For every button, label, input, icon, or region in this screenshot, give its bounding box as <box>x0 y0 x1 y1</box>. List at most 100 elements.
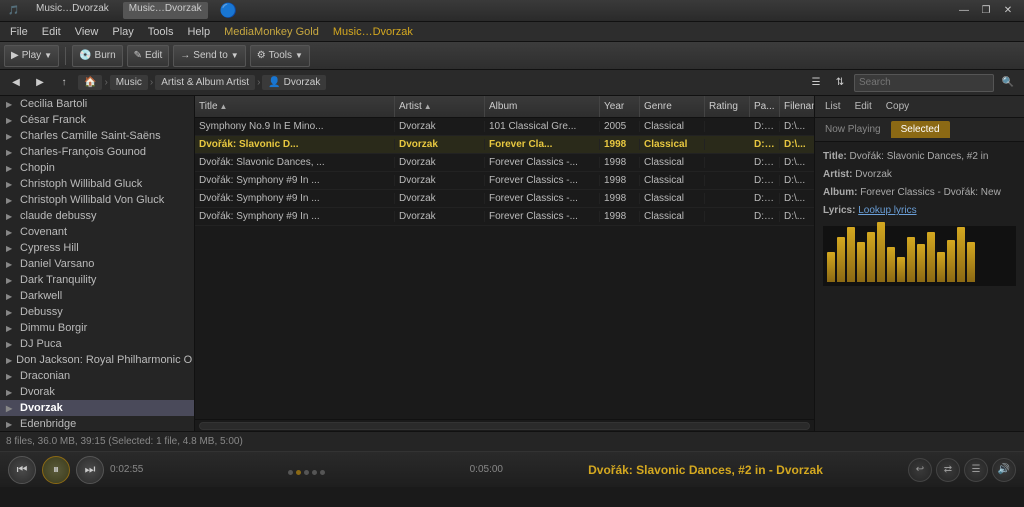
play-button[interactable]: ▶ ▶ Play Play ▼ <box>4 45 59 67</box>
back-btn[interactable]: ◀ <box>6 74 26 92</box>
sidebar-item[interactable]: ▶Chopin <box>0 160 194 176</box>
next-button[interactable]: ⏭ <box>76 456 104 484</box>
tab-music-active[interactable]: Music…Dvorzak <box>123 2 208 19</box>
col-pa-header[interactable]: Pa... <box>750 96 780 117</box>
new-tab-btn[interactable]: 🔵 <box>220 2 237 19</box>
burn-button[interactable]: 💿 Burn <box>72 45 123 67</box>
sidebar-item[interactable]: ▶Draconian <box>0 368 194 384</box>
sidebar-item[interactable]: ▶Dvorak <box>0 384 194 400</box>
sidebar-item-label: Darkwell <box>20 290 62 302</box>
col-artist-header[interactable]: Artist ▲ <box>395 96 485 117</box>
table-row[interactable]: Dvořák: Symphony #9 In ...DvorzakForever… <box>195 190 814 208</box>
sidebar-item[interactable]: ▶Edenbridge <box>0 416 194 431</box>
tools-button[interactable]: ⚙ Tools ▼ <box>250 45 310 67</box>
repeat-btn[interactable]: ↩ <box>908 458 932 482</box>
expand-icon: ▶ <box>6 356 12 365</box>
sidebar-item[interactable]: ▶Christoph Willibald Gluck <box>0 176 194 192</box>
menu-current[interactable]: Music…Dvorzak <box>327 25 419 39</box>
search-input[interactable] <box>854 74 994 92</box>
tab-selected[interactable]: Selected <box>891 121 950 138</box>
breadcrumb: 🏠 › Music › Artist & Album Artist › 👤 Dv… <box>78 75 802 90</box>
tools-dropdown-icon: ▼ <box>295 51 303 60</box>
rp-edit-btn[interactable]: Edit <box>849 100 878 113</box>
col-genre-header[interactable]: Genre <box>640 96 705 117</box>
maximize-btn[interactable]: ❐ <box>976 3 996 19</box>
search-icon[interactable]: 🔍 <box>998 74 1018 92</box>
volume-btn[interactable]: 🔊 <box>992 458 1016 482</box>
lookup-lyrics-link[interactable]: Lookup lyrics <box>858 205 916 216</box>
up-btn[interactable]: ↑ <box>54 74 74 92</box>
viz-bar <box>907 237 915 282</box>
sidebar-item[interactable]: ▶Debussy <box>0 304 194 320</box>
crumb-home[interactable]: 🏠 <box>78 75 102 90</box>
table-row[interactable]: Dvořák: Slavonic Dances, ...DvorzakForev… <box>195 154 814 172</box>
track-cell: Forever Classics -... <box>485 193 600 204</box>
play-pause-button[interactable]: ⏸ <box>42 456 70 484</box>
hscroll-bar[interactable] <box>199 422 810 430</box>
expand-icon: ▶ <box>6 244 16 253</box>
sidebar-item-label: claude debussy <box>20 210 96 222</box>
menu-gold[interactable]: MediaMonkey Gold <box>218 25 325 39</box>
sidebar-item[interactable]: ▶Daniel Varsano <box>0 256 194 272</box>
play-dropdown-icon[interactable]: ▼ <box>44 51 52 60</box>
col-album-header[interactable]: Album <box>485 96 600 117</box>
crumb-music[interactable]: Music <box>110 75 148 90</box>
transport-controls: ↩ ⇄ ☰ 🔊 <box>908 458 1016 482</box>
rp-list-btn[interactable]: List <box>819 100 847 113</box>
toolbar: ▶ ▶ Play Play ▼ 💿 Burn ✎ Edit → Send to … <box>0 42 1024 70</box>
sidebar-item[interactable]: ▶Dimmu Borgir <box>0 320 194 336</box>
track-cell: Dvořák: Slavonic D... <box>195 139 395 150</box>
table-row[interactable]: Dvořák: Slavonic D...DvorzakForever Cla.… <box>195 136 814 154</box>
track-cell: D:\... <box>750 175 780 186</box>
col-rating-header[interactable]: Rating <box>705 96 750 117</box>
sidebar-item[interactable]: ▶Dvorzak <box>0 400 194 416</box>
col-filename-header[interactable]: Filename <box>780 96 814 117</box>
sidebar-item[interactable]: ▶Cypress Hill <box>0 240 194 256</box>
forward-btn[interactable]: ▶ <box>30 74 50 92</box>
sidebar-item[interactable]: ▶DJ Puca <box>0 336 194 352</box>
tab-music[interactable]: Music…Dvorzak <box>30 2 115 19</box>
sidebar-item[interactable]: ▶Covenant <box>0 224 194 240</box>
sidebar-item[interactable]: ▶Christoph Willibald Von Gluck <box>0 192 194 208</box>
col-year-header[interactable]: Year <box>600 96 640 117</box>
close-btn[interactable]: ✕ <box>998 3 1018 19</box>
shuffle-btn[interactable]: ⇄ <box>936 458 960 482</box>
sidebar-item[interactable]: ▶claude debussy <box>0 208 194 224</box>
menu-view[interactable]: View <box>69 25 105 39</box>
menu-edit[interactable]: Edit <box>36 25 67 39</box>
sidebar-item-label: César Franck <box>20 114 86 126</box>
playlist-btn[interactable]: ☰ <box>964 458 988 482</box>
sort-btn[interactable]: ⇅ <box>830 74 850 92</box>
menu-play[interactable]: Play <box>106 25 139 39</box>
sidebar-item[interactable]: ▶Charles Camille Saint-Saëns <box>0 128 194 144</box>
expand-icon: ▶ <box>6 324 16 333</box>
sendto-button[interactable]: → Send to ▼ <box>173 45 245 67</box>
table-row[interactable]: Dvořák: Symphony #9 In ...DvorzakForever… <box>195 208 814 226</box>
prev-button[interactable]: ⏮ <box>8 456 36 484</box>
table-row[interactable]: Dvořák: Symphony #9 In ...DvorzakForever… <box>195 172 814 190</box>
tab-now-playing[interactable]: Now Playing <box>815 121 891 138</box>
sidebar-item[interactable]: ▶Don Jackson: Royal Philharmonic O <box>0 352 194 368</box>
sidebar-item[interactable]: ▶Dark Tranquility <box>0 272 194 288</box>
expand-icon: ▶ <box>6 404 16 413</box>
minimize-btn[interactable]: — <box>954 3 974 19</box>
menu-help[interactable]: Help <box>181 25 216 39</box>
menu-tools[interactable]: Tools <box>142 25 180 39</box>
rp-album-line: Album: Forever Classics - Dvořák: New <box>823 186 1016 200</box>
sidebar-item[interactable]: ▶Cecilia Bartoli <box>0 96 194 112</box>
view-btn[interactable]: ☰ <box>806 74 826 92</box>
rp-copy-btn[interactable]: Copy <box>880 100 915 113</box>
table-row[interactable]: Symphony No.9 In E Mino...Dvorzak101 Cla… <box>195 118 814 136</box>
crumb-artist[interactable]: Artist & Album Artist <box>155 75 255 90</box>
track-cell: D:\... <box>750 139 780 150</box>
track-cell: Dvorzak <box>395 139 485 150</box>
sidebar-item[interactable]: ▶Charles-François Gounod <box>0 144 194 160</box>
crumb-dvorzak[interactable]: 👤 Dvorzak <box>262 75 326 90</box>
track-cell: D:\... <box>750 193 780 204</box>
track-cell: Dvořák: Slavonic Dances, ... <box>195 157 395 168</box>
sidebar-item[interactable]: ▶César Franck <box>0 112 194 128</box>
edit-button[interactable]: ✎ Edit <box>127 45 170 67</box>
menu-file[interactable]: File <box>4 25 34 39</box>
sidebar-item[interactable]: ▶Darkwell <box>0 288 194 304</box>
col-title-header[interactable]: Title ▲ <box>195 96 395 117</box>
